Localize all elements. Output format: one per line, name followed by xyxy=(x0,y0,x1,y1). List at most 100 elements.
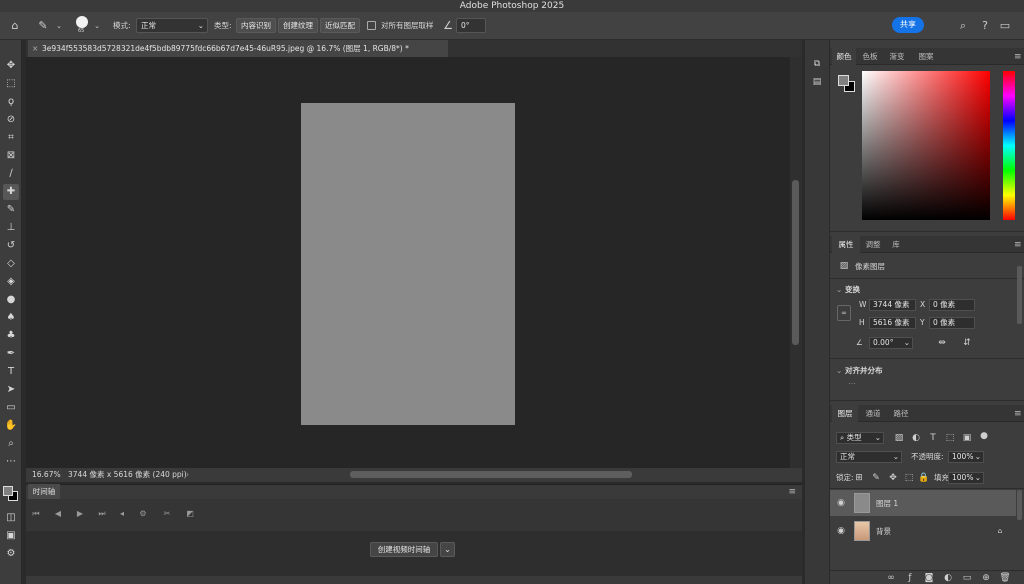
link-layers-icon[interactable]: ∞ xyxy=(885,572,897,584)
screen-mode-icon[interactable]: ▣ xyxy=(3,528,19,544)
add-mask-icon[interactable]: ◙ xyxy=(923,572,935,584)
timeline-mode-dropdown[interactable]: ⌄ xyxy=(440,542,455,557)
comments-panel-icon[interactable]: ▤ xyxy=(811,76,823,88)
layer-visibility-eye-icon[interactable]: ◉ xyxy=(835,497,847,509)
frame-tool-icon[interactable]: ⊠ xyxy=(3,148,19,164)
history-panel-icon[interactable]: ⧉ xyxy=(811,58,823,70)
height-field[interactable]: 5616 像素 xyxy=(869,317,916,329)
document-canvas[interactable] xyxy=(301,103,515,425)
lock-artboard-icon[interactable]: ⬚ xyxy=(903,472,915,484)
first-frame-icon[interactable]: ⏮ xyxy=(30,508,42,520)
x-field[interactable]: 0 像素 xyxy=(929,299,975,311)
layer-visibility-eye-icon[interactable]: ◉ xyxy=(835,525,847,537)
adjustment-layer-icon[interactable]: ◐ xyxy=(942,572,954,584)
tab-properties[interactable]: 属性 xyxy=(832,236,860,253)
move-tool-icon[interactable]: ✥ xyxy=(3,58,19,74)
layer-name[interactable]: 背景 xyxy=(876,526,891,537)
filter-adjustment-icon[interactable]: ◐ xyxy=(910,432,922,444)
paint-bucket-tool-icon[interactable]: ◈ xyxy=(3,274,19,290)
create-video-timeline-button[interactable]: 创建视频时间轴 xyxy=(370,542,438,557)
tab-color[interactable]: 颜色 xyxy=(832,48,856,65)
edit-toolbar-icon[interactable]: ⚙ xyxy=(3,546,19,562)
tab-patterns[interactable]: 图案 xyxy=(914,48,938,65)
pen-tool-icon[interactable]: ✒ xyxy=(3,346,19,362)
layer-row-background[interactable]: ◉ 背景 ⌂ xyxy=(830,518,1016,544)
next-frame-icon[interactable]: ⏭ xyxy=(96,508,108,520)
prev-frame-icon[interactable]: ◀ xyxy=(52,508,64,520)
hue-slider[interactable] xyxy=(1003,71,1015,220)
filter-type-icon[interactable]: T xyxy=(927,432,939,444)
timeline-menu-icon[interactable]: ≡ xyxy=(788,487,796,497)
timeline-tab[interactable]: 时间轴 xyxy=(28,484,60,499)
link-proportions-icon[interactable]: ∞ xyxy=(837,305,851,321)
properties-panel-menu-icon[interactable]: ≡ xyxy=(1014,240,1022,250)
more-tools-icon[interactable]: ⋯ xyxy=(3,454,19,470)
color-panel-foreground-swatch[interactable] xyxy=(838,75,849,86)
healing-brush-tool-icon[interactable]: ✎ xyxy=(36,19,50,33)
tab-adjustments[interactable]: 调整 xyxy=(860,236,886,253)
transform-section-title[interactable]: 变换 xyxy=(845,284,860,295)
sample-all-checkbox[interactable] xyxy=(367,21,376,30)
clone-stamp-tool-icon[interactable]: ⊥ xyxy=(3,220,19,236)
lasso-tool-icon[interactable]: ϙ xyxy=(3,94,19,110)
delete-layer-icon[interactable]: 🗑 xyxy=(999,572,1011,584)
help-icon[interactable]: ? xyxy=(978,19,992,33)
align-section-title[interactable]: 对齐并分布 xyxy=(845,365,883,376)
home-icon[interactable]: ⌂ xyxy=(8,19,22,33)
filter-smart-object-icon[interactable]: ▣ xyxy=(961,432,973,444)
lock-all-icon[interactable]: 🔒 xyxy=(918,472,930,484)
lock-transparent-icon[interactable]: ⊞ xyxy=(853,472,865,484)
path-selection-tool-icon[interactable]: ➤ xyxy=(3,382,19,398)
tab-gradients[interactable]: 渐变 xyxy=(885,48,909,65)
status-chevron-icon[interactable]: › xyxy=(186,468,189,482)
eraser-tool-icon[interactable]: ◇ xyxy=(3,256,19,272)
timeline-settings-icon[interactable]: ⚙ xyxy=(137,508,149,520)
type-tool-icon[interactable]: T xyxy=(3,364,19,380)
create-texture-button[interactable]: 创建纹理 xyxy=(278,18,318,33)
chevron-down-icon[interactable]: ⌄ xyxy=(52,19,66,33)
tab-channels[interactable]: 通道 xyxy=(860,405,886,422)
split-scissors-icon[interactable]: ✂ xyxy=(161,508,173,520)
new-group-icon[interactable]: ▭ xyxy=(961,572,973,584)
quick-mask-icon[interactable]: ◫ xyxy=(3,510,19,526)
history-brush-tool-icon[interactable]: ↺ xyxy=(3,238,19,254)
brush-tool-icon[interactable]: ✎ xyxy=(3,202,19,218)
color-picker-field[interactable] xyxy=(862,71,990,220)
horizontal-scroll-thumb[interactable] xyxy=(350,471,632,478)
rectangle-tool-icon[interactable]: ▭ xyxy=(3,400,19,416)
quick-selection-tool-icon[interactable]: ⊘ xyxy=(3,112,19,128)
hand-tool-icon[interactable]: ✋ xyxy=(3,418,19,434)
brush-picker-chevron-icon[interactable]: ⌄ xyxy=(90,19,104,33)
proximity-match-button[interactable]: 近似匹配 xyxy=(320,18,360,33)
tab-libraries[interactable]: 库 xyxy=(887,236,905,253)
crop-tool-icon[interactable]: ⌗ xyxy=(3,130,19,146)
layer-filter-select[interactable]: ⌕ 类型 ⌄ xyxy=(836,432,884,444)
fill-field[interactable]: 100% ⌄ xyxy=(948,472,984,484)
layers-scroll-thumb[interactable] xyxy=(1017,490,1022,520)
color-panel-menu-icon[interactable]: ≡ xyxy=(1014,52,1022,62)
foreground-color-swatch[interactable] xyxy=(3,486,13,496)
share-button[interactable]: 共享 xyxy=(892,17,924,33)
zoom-level[interactable]: 16.67% xyxy=(32,468,61,482)
transform-chevron-icon[interactable]: ⌄ xyxy=(836,284,842,295)
angle-field[interactable]: 0° xyxy=(456,18,486,33)
layer-name[interactable]: 图层 1 xyxy=(876,498,898,509)
brush-preview-icon[interactable] xyxy=(76,16,88,28)
document-tab[interactable]: × 3e934f553583d5728321de4f5bdb89775fdc66… xyxy=(28,40,448,57)
eyedropper-tool-icon[interactable]: ∕ xyxy=(3,166,19,182)
filter-shape-icon[interactable]: ⬚ xyxy=(944,432,956,444)
width-field[interactable]: 3744 像素 xyxy=(869,299,916,311)
marquee-tool-icon[interactable]: ⬚ xyxy=(3,76,19,92)
properties-scroll-thumb[interactable] xyxy=(1017,266,1022,324)
filter-pixel-icon[interactable]: ▨ xyxy=(893,432,905,444)
workspace-icon[interactable]: ▭ xyxy=(998,19,1012,33)
sponge-tool-icon[interactable]: ♣ xyxy=(3,328,19,344)
y-field[interactable]: 0 像素 xyxy=(929,317,975,329)
align-chevron-icon[interactable]: ⌄ xyxy=(836,365,842,376)
mode-select[interactable]: 正常 ⌄ xyxy=(136,18,208,33)
blend-mode-select[interactable]: 正常 ⌄ xyxy=(836,451,902,463)
transition-icon[interactable]: ◩ xyxy=(184,508,196,520)
blur-tool-icon[interactable]: ● xyxy=(3,292,19,308)
rotation-angle-field[interactable]: 0.00° ⌄ xyxy=(869,337,913,349)
opacity-field[interactable]: 100% ⌄ xyxy=(948,451,984,463)
